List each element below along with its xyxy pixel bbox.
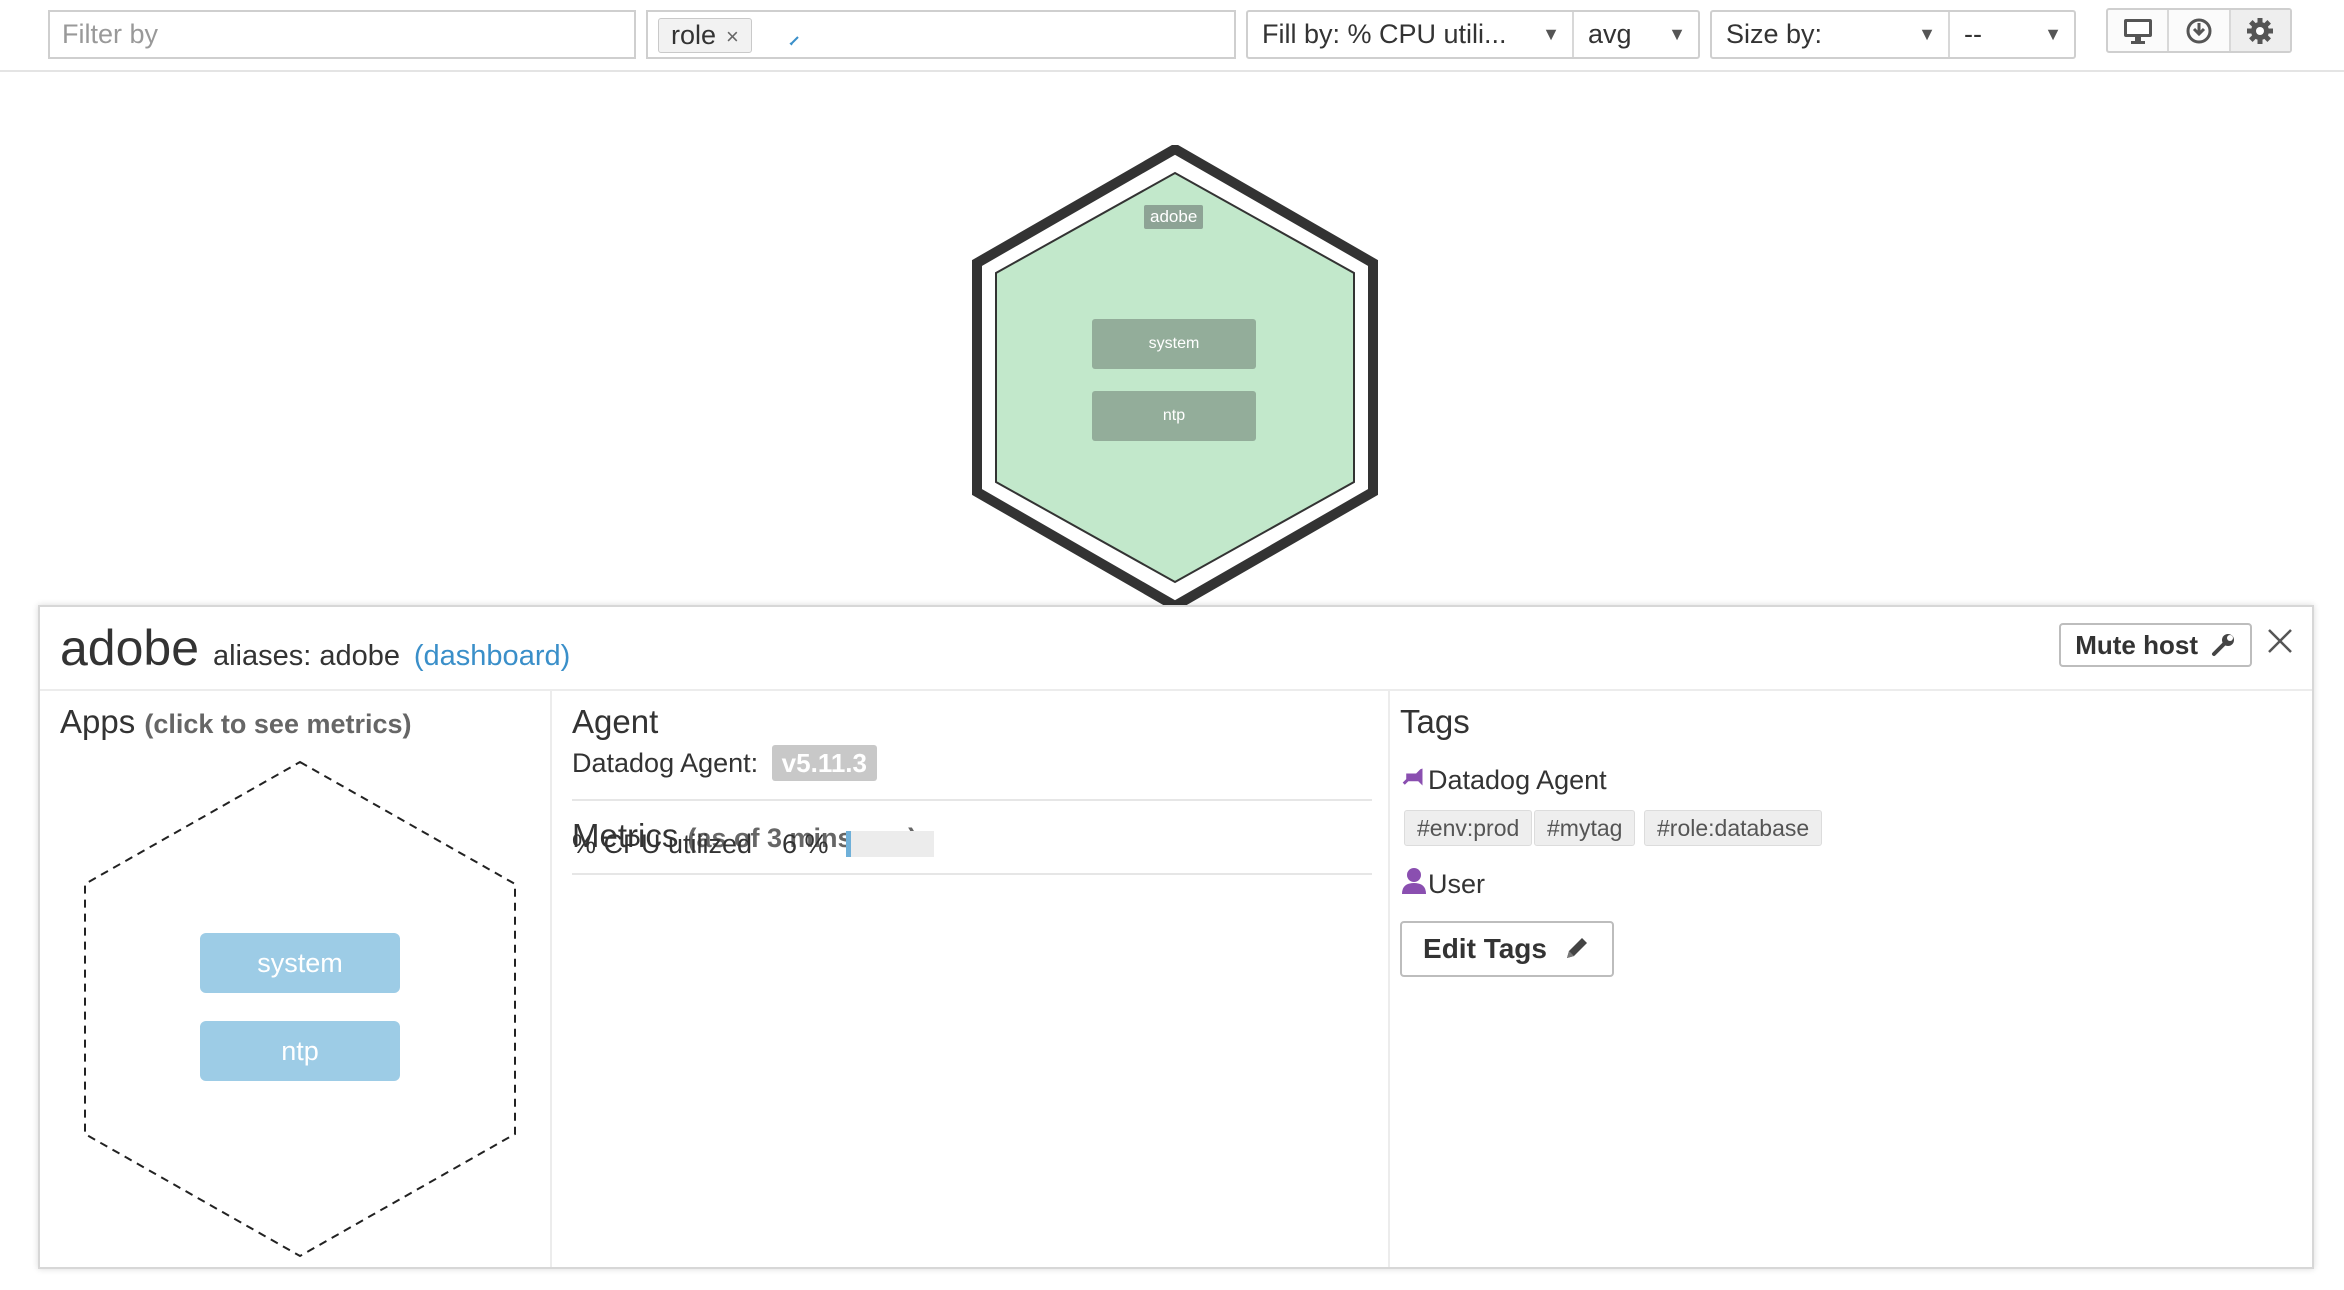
monitor-icon	[2123, 18, 2152, 44]
panel-header: adobe aliases: adobe (dashboard) Mute ho…	[40, 607, 2312, 691]
fill-by-select[interactable]: Fill by: % CPU utili... ▼	[1248, 12, 1572, 57]
wrench-icon	[2212, 634, 2234, 656]
host-hexagon[interactable]: adobe system ntp	[970, 143, 1380, 612]
download-button[interactable]	[2167, 10, 2228, 51]
cpu-progress-bar	[846, 831, 934, 857]
group-tag-label: role	[671, 20, 717, 50]
cursor-icon	[789, 36, 799, 46]
host-group-label: adobe	[1144, 205, 1204, 229]
map-app-pill: ntp	[1092, 391, 1256, 441]
size-agg-select[interactable]: -- ▼	[1948, 12, 2074, 57]
cpu-metric-label: % CPU utilized	[572, 829, 753, 859]
agent-tags-source: Datadog Agent	[1400, 763, 1607, 796]
map-app-pill: system	[1092, 319, 1256, 369]
cpu-metric-value: 6 %	[782, 829, 829, 859]
close-icon[interactable]	[2266, 627, 2294, 655]
agent-version-badge: v5.11.3	[771, 745, 877, 781]
toolbar: role × Fill by: % CPU utili... ▼ avg ▼ Si…	[0, 0, 2344, 72]
agent-tags-source-label: Datadog Agent	[1428, 765, 1607, 795]
apps-hexagon-outline	[84, 760, 516, 1258]
dashboard-link[interactable]: (dashboard)	[414, 640, 570, 672]
settings-button[interactable]	[2228, 10, 2290, 51]
group-tag-remove-icon[interactable]: ×	[726, 24, 739, 49]
divider	[572, 799, 1372, 801]
chevron-down-icon: ▼	[1668, 24, 1686, 44]
filter-box	[48, 10, 636, 59]
user-icon	[1402, 868, 1426, 894]
fill-by-select-group: Fill by: % CPU utili... ▼ avg ▼	[1246, 10, 1700, 59]
host-name: adobe	[60, 620, 200, 676]
size-by-label: Size by:	[1726, 19, 1823, 49]
tag-pill[interactable]: #role:database	[1644, 810, 1823, 846]
group-tag-chip: role ×	[658, 18, 752, 53]
download-icon	[2186, 18, 2212, 43]
app-system-button[interactable]: system	[200, 933, 400, 993]
user-tags-source-label: User	[1428, 869, 1486, 899]
agent-label: Datadog Agent:	[572, 748, 759, 778]
chevron-down-icon: ▼	[2044, 24, 2062, 44]
host-aliases: aliases: adobe	[212, 640, 400, 672]
tags-title: Tags	[1400, 703, 1470, 740]
size-by-select[interactable]: Size by: ▼	[1712, 12, 1948, 57]
size-by-value: --	[1964, 19, 1982, 49]
gear-icon	[2247, 17, 2274, 44]
apps-title: Apps (click to see metrics)	[60, 703, 412, 741]
apps-section: Apps (click to see metrics) system ntp	[40, 689, 552, 1267]
divider	[572, 873, 1372, 875]
size-by-select-group: Size by: ▼ -- ▼	[1710, 10, 2076, 59]
agent-row: Datadog Agent: v5.11.3	[572, 745, 877, 781]
group-by-box[interactable]: role ×	[646, 10, 1236, 59]
edit-tags-button[interactable]: Edit Tags	[1400, 921, 1614, 977]
chevron-down-icon: ▼	[1918, 24, 1936, 44]
fill-agg-label: avg	[1588, 19, 1632, 49]
view-button-group	[2106, 8, 2292, 53]
tv-mode-button[interactable]	[2108, 10, 2167, 51]
tag-pill[interactable]: #mytag	[1534, 810, 1636, 846]
apps-title-text: Apps	[60, 703, 136, 740]
host-detail-panel: adobe aliases: adobe (dashboard) Mute ho…	[38, 605, 2314, 1269]
edit-tags-label: Edit Tags	[1423, 933, 1547, 964]
filter-input[interactable]	[52, 14, 632, 55]
user-tags-source: User	[1400, 867, 1485, 900]
fill-by-label: Fill by: % CPU utili...	[1262, 19, 1507, 49]
pin-icon	[1402, 768, 1423, 786]
fill-agg-select[interactable]: avg ▼	[1572, 12, 1698, 57]
host-title: adobe aliases: adobe (dashboard)	[60, 619, 570, 677]
tag-pill[interactable]: #env:prod	[1404, 810, 1533, 846]
agent-metrics-section: Agent Datadog Agent: v5.11.3 Metrics (as…	[552, 689, 1390, 1267]
tags-section: Tags Datadog Agent #env:prod #mytag #rol…	[1390, 689, 2312, 1267]
mute-host-button[interactable]: Mute host	[2059, 623, 2252, 667]
apps-subtitle: (click to see metrics)	[144, 709, 412, 739]
chevron-down-icon: ▼	[1542, 24, 1560, 44]
app-ntp-button[interactable]: ntp	[200, 1021, 400, 1081]
pencil-icon	[1566, 938, 1587, 958]
cpu-progress-fill	[846, 831, 852, 857]
agent-title: Agent	[572, 703, 659, 740]
mute-host-label: Mute host	[2075, 630, 2198, 660]
